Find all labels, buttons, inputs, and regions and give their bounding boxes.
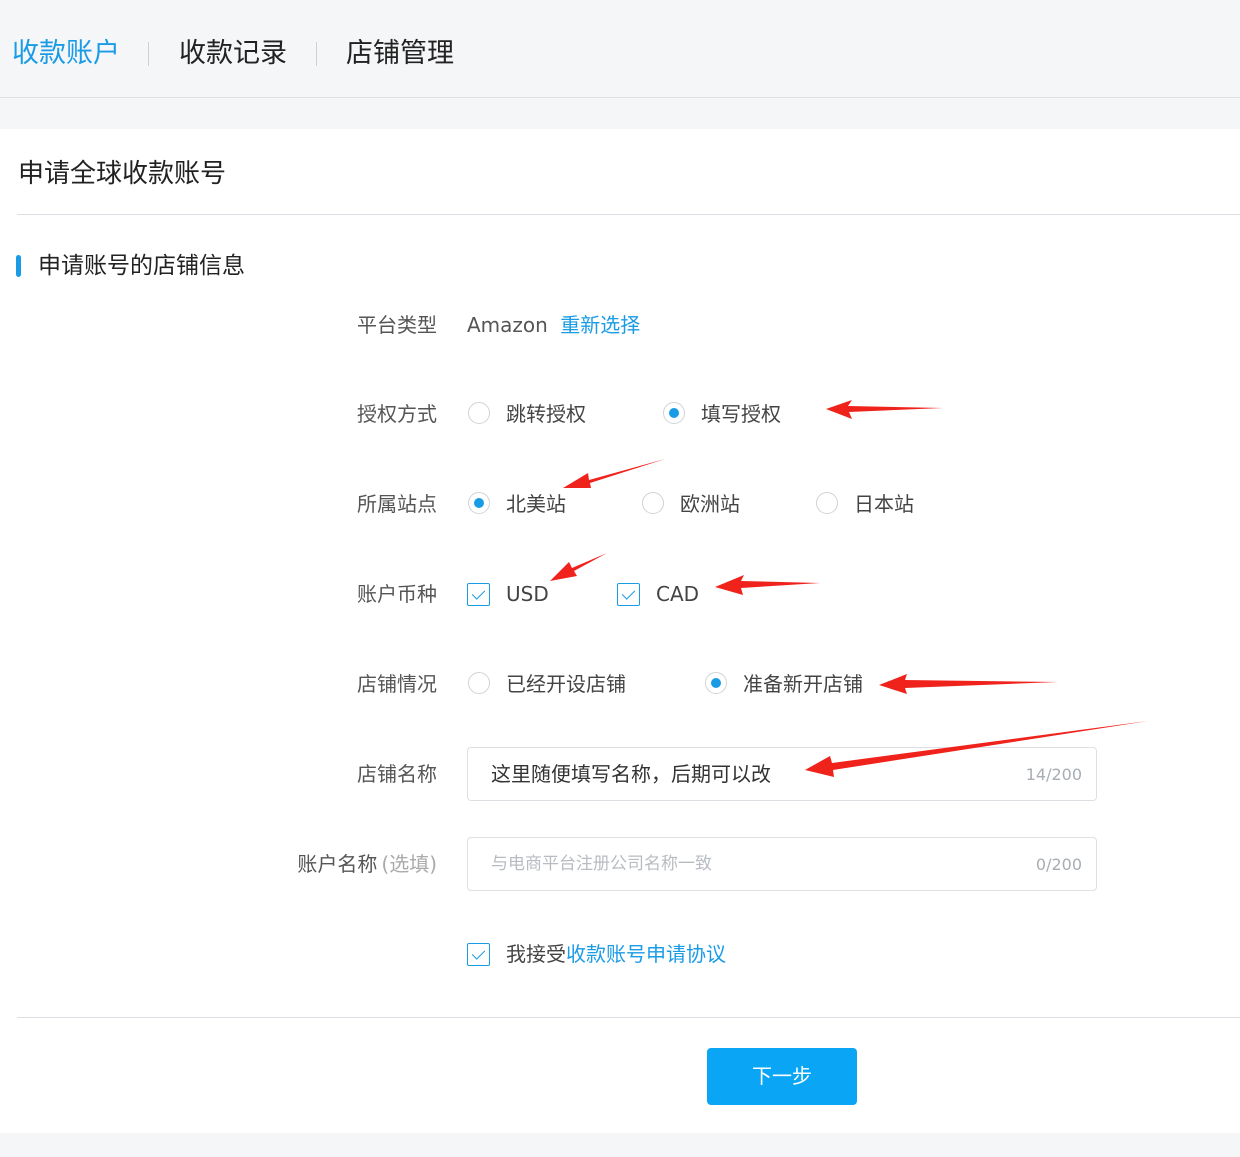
currency-label: 账户币种	[357, 582, 437, 606]
store-existing-radio[interactable]	[468, 672, 490, 694]
store-new-label[interactable]: 准备新开店铺	[743, 671, 863, 697]
account-name-input[interactable]: 与电商平台注册公司名称一致 0/200	[467, 837, 1097, 891]
footer-divider	[17, 1017, 1240, 1018]
top-nav: 收款账户 收款记录 店铺管理	[0, 0, 1240, 98]
account-name-optional-hint: (选填)	[381, 852, 437, 876]
store-name-value: 这里随便填写名称，后期可以改	[491, 762, 771, 786]
store-name-input[interactable]: 这里随便填写名称，后期可以改 14/200	[467, 747, 1097, 801]
platform-label: 平台类型	[357, 313, 437, 337]
account-name-placeholder: 与电商平台注册公司名称一致	[491, 854, 712, 874]
auth-manual-label[interactable]: 填写授权	[701, 401, 781, 427]
site-japan-radio[interactable]	[816, 492, 838, 514]
next-button[interactable]: 下一步	[707, 1048, 857, 1105]
site-label: 所属站点	[357, 492, 437, 516]
agreement-checkbox[interactable]	[467, 943, 490, 966]
site-europe-radio[interactable]	[642, 492, 664, 514]
auth-manual-radio[interactable]	[663, 402, 685, 424]
tab-divider	[316, 42, 317, 66]
section-title: 申请账号的店铺信息	[38, 253, 245, 279]
agreement-prefix: 我接受	[506, 942, 566, 966]
store-existing-label[interactable]: 已经开设店铺	[506, 671, 626, 697]
account-name-label-text: 账户名称	[297, 852, 378, 876]
site-europe-label[interactable]: 欧洲站	[680, 491, 740, 517]
agreement-link[interactable]: 收款账号申请协议	[566, 942, 726, 966]
currency-usd-label[interactable]: USD	[506, 581, 549, 607]
site-north-america-radio[interactable]	[468, 492, 490, 514]
auth-redirect-radio[interactable]	[468, 402, 490, 424]
platform-value: Amazon	[467, 313, 548, 337]
reselect-platform-link[interactable]: 重新选择	[560, 313, 640, 337]
tab-divider	[148, 42, 149, 66]
agreement-text: 我接受收款账号申请协议	[506, 941, 726, 967]
tab-receiving-records[interactable]: 收款记录	[179, 38, 287, 70]
currency-cad-checkbox[interactable]	[617, 583, 640, 606]
site-japan-label[interactable]: 日本站	[854, 491, 914, 517]
section-accent-bar	[16, 255, 21, 277]
tab-store-management[interactable]: 店铺管理	[346, 38, 454, 70]
title-divider	[17, 214, 1240, 215]
auth-label: 授权方式	[357, 402, 437, 426]
account-name-label: 账户名称 (选填)	[297, 851, 437, 877]
store-status-label: 店铺情况	[357, 672, 437, 696]
currency-usd-checkbox[interactable]	[467, 583, 490, 606]
currency-cad-label[interactable]: CAD	[656, 581, 699, 607]
store-name-counter: 14/200	[1025, 765, 1082, 784]
page-title: 申请全球收款账号	[18, 159, 227, 189]
account-name-counter: 0/200	[1035, 855, 1082, 874]
site-north-america-label[interactable]: 北美站	[506, 491, 566, 517]
store-name-label: 店铺名称	[357, 762, 437, 786]
tab-receiving-account[interactable]: 收款账户	[12, 38, 120, 70]
platform-row: Amazon 重新选择	[467, 312, 640, 338]
auth-redirect-label[interactable]: 跳转授权	[506, 401, 586, 427]
store-new-radio[interactable]	[705, 672, 727, 694]
